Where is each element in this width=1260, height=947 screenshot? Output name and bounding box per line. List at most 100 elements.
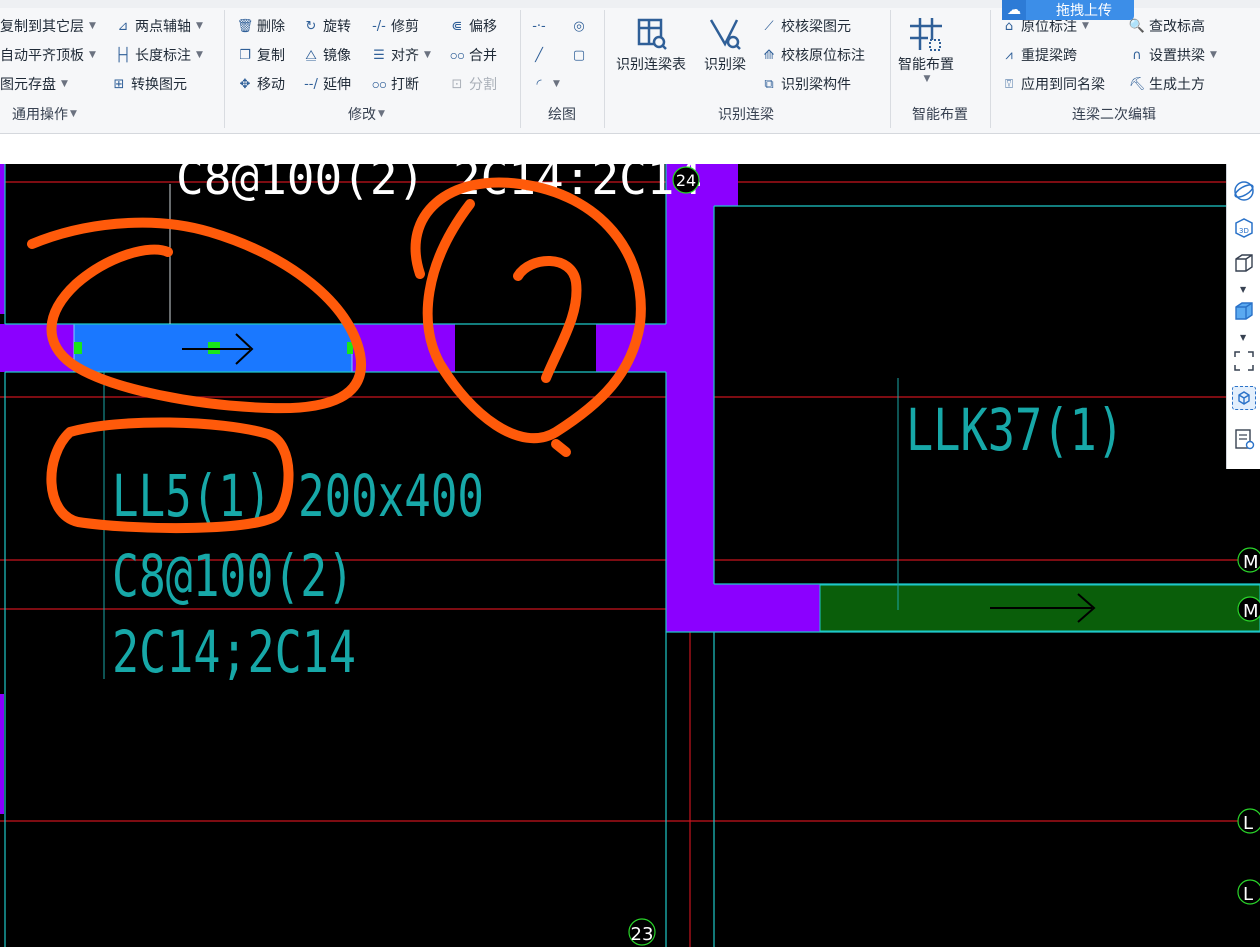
divider [990, 10, 991, 128]
identify-beam-button[interactable]: 识别梁 [704, 14, 746, 74]
chevron-down-icon[interactable]: ▼ [1082, 21, 1089, 31]
auto-align-slab-label: 自动平齐顶板 [0, 48, 84, 64]
chevron-down-icon[interactable]: ▼ [89, 21, 96, 31]
draw-line-button[interactable]: ╱ [530, 42, 548, 68]
wall-column[interactable] [666, 164, 714, 632]
chevron-down-icon[interactable]: ▼ [1210, 50, 1217, 60]
grid-label-text: 23 [631, 924, 654, 945]
two-point-axis-button[interactable]: ⊿ 两点辅轴 ▼ [114, 13, 203, 39]
copy-button[interactable]: ❐ 复制 [236, 42, 285, 68]
grid-label-23: 23 [628, 918, 656, 946]
move-button[interactable]: ✥ 移动 [236, 71, 285, 97]
fit-view-icon[interactable] [1233, 350, 1255, 372]
chevron-down-icon[interactable]: ▼ [89, 50, 96, 60]
span-icon: ⩘ [1005, 47, 1013, 63]
split-button[interactable]: ⊡ 分割 [448, 71, 497, 97]
merge-button[interactable]: ဝဝ 合并 [448, 42, 497, 68]
edge-marker-text: L [1243, 813, 1253, 834]
check-elevation-label: 查改标高 [1149, 19, 1205, 35]
trim-button[interactable]: -/- 修剪 [370, 13, 419, 39]
edge-marker-text: M [1243, 601, 1259, 622]
chevron-down-icon[interactable]: ▼ [924, 74, 931, 84]
beam-segment[interactable] [666, 584, 820, 632]
set-arch-beam-label: 设置拱梁 [1149, 48, 1205, 64]
group-general-label: 通用操作 [12, 107, 68, 123]
copy-label: 复制 [257, 48, 285, 64]
chevron-down-icon[interactable]: ▼ [61, 79, 68, 89]
chevron-down-icon[interactable]: ▼ [70, 109, 77, 119]
line-icon: ╱ [535, 47, 543, 63]
cad-drawing[interactable]: C8@100(2) 2C14:2C14 LL5(1) 200x400 C8@10… [0, 164, 1260, 947]
align-label: 对齐 [391, 48, 419, 64]
chevron-down-icon[interactable]: ▼ [1240, 285, 1246, 294]
check-inplace-annotation-button[interactable]: ⟰ 校核原位标注 [760, 42, 865, 68]
chevron-down-icon[interactable]: ▼ [196, 50, 203, 60]
merge-label: 合并 [469, 48, 497, 64]
identify-beam-table-button[interactable]: 识别连梁表 [616, 14, 686, 74]
drag-upload-button[interactable]: ☁ 拖拽上传 [1002, 0, 1134, 20]
save-element-label: 图元存盘 [0, 77, 56, 93]
check-beam-element-button[interactable]: ⟋ 校核梁图元 [760, 13, 851, 39]
beam-label-ll5[interactable]: LL5(1) 200x400 [112, 462, 484, 530]
check-beam-element-label: 校核梁图元 [781, 19, 851, 35]
generate-earthwork-button[interactable]: ⛏ 生成土方 [1128, 71, 1205, 97]
earthwork-icon: ⛏ [1128, 76, 1146, 92]
offset-button[interactable]: ⋐ 偏移 [448, 13, 497, 39]
component-view-icon[interactable] [1232, 386, 1256, 410]
rotate-icon: ↻ [305, 18, 317, 34]
divider [604, 10, 605, 128]
beam-label-llk37[interactable]: LLK37(1) [906, 396, 1124, 464]
chevron-down-icon[interactable]: ▼ [424, 50, 431, 60]
set-arch-beam-button[interactable]: ∩ 设置拱梁 ▼ [1128, 42, 1217, 68]
properties-icon[interactable] [1233, 428, 1255, 450]
rotate-button[interactable]: ↻ 旋转 [302, 13, 351, 39]
length-dimension-label: 长度标注 [135, 48, 191, 64]
offset-icon: ⋐ [451, 18, 463, 34]
dimension-icon: ├┤ [115, 47, 131, 63]
view-toolbar: 3D ▼ ▼ [1226, 164, 1260, 469]
length-dimension-button[interactable]: ├┤ 长度标注 ▼ [114, 42, 203, 68]
re-extract-span-button[interactable]: ⩘ 重提梁跨 [1000, 42, 1077, 68]
display-mode-icon[interactable] [1233, 300, 1255, 322]
apply-same-name-button[interactable]: ⍔ 应用到同名梁 [1000, 71, 1105, 97]
beam-stirrup-label[interactable]: C8@100(2) [112, 542, 354, 610]
3d-view-icon[interactable]: 3D [1233, 216, 1255, 238]
point-icon: -·- [532, 18, 546, 34]
beam-rebar-label[interactable]: 2C14;2C14 [112, 618, 356, 686]
check-beam-icon: ⟋ [764, 18, 774, 34]
beam-grip[interactable] [74, 342, 82, 354]
chevron-down-icon[interactable]: ▼ [1240, 333, 1246, 342]
draw-circle-button[interactable]: ◎ [570, 13, 588, 39]
mirror-button[interactable]: ⧋ 镜像 [302, 42, 351, 68]
draw-point-button[interactable]: -·- [530, 13, 548, 39]
delete-button[interactable]: 🗑 删除 [236, 13, 285, 39]
orbit-icon[interactable] [1233, 180, 1255, 202]
check-inplace-annotation-label: 校核原位标注 [781, 48, 865, 64]
cube-view-icon[interactable] [1233, 252, 1255, 274]
draw-arc-button[interactable]: ◜ ▼ [530, 71, 560, 97]
align-button[interactable]: ☰ 对齐 ▼ [370, 42, 431, 68]
group-secondary-edit-label: 连梁二次编辑 [1072, 107, 1156, 123]
convert-element-button[interactable]: ⊞ 转换图元 [110, 71, 187, 97]
smart-layout-button[interactable]: 智能布置 ▼ [898, 14, 954, 84]
identify-beam-component-button[interactable]: ⧉ 识别梁构件 [760, 71, 851, 97]
copy-to-other-layer-button[interactable]: 复制到其它层 ▼ [0, 13, 96, 39]
cad-viewport[interactable]: C8@100(2) 2C14:2C14 LL5(1) 200x400 C8@10… [0, 164, 1260, 947]
smart-layout-icon [910, 18, 942, 51]
group-draw: 绘图 [548, 104, 576, 124]
extend-button[interactable]: --/ 延伸 [302, 71, 351, 97]
extend-icon: --/ [304, 76, 318, 92]
chevron-down-icon[interactable]: ▼ [378, 109, 385, 119]
save-element-button[interactable]: 图元存盘 ▼ [0, 71, 68, 97]
check-elevation-button[interactable]: 🔍 查改标高 [1128, 13, 1205, 39]
edge-markers: M M L L [1237, 547, 1260, 905]
smart-layout-label: 智能布置 [898, 57, 954, 73]
auto-align-slab-button[interactable]: 自动平齐顶板 ▼ [0, 42, 96, 68]
mirror-icon: ⧋ [305, 47, 317, 63]
chevron-down-icon[interactable]: ▼ [553, 79, 560, 89]
break-button[interactable]: ဝဝ 打断 [370, 71, 419, 97]
chevron-down-icon[interactable]: ▼ [196, 21, 203, 31]
draw-rectangle-button[interactable]: ▢ [570, 42, 588, 68]
divider [224, 10, 225, 128]
group-smart-label: 智能布置 [912, 107, 968, 123]
